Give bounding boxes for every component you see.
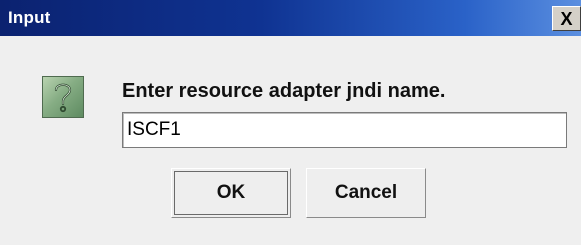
jndi-name-input[interactable] bbox=[122, 112, 567, 148]
title-bar[interactable]: Input X bbox=[0, 0, 581, 36]
close-icon: X bbox=[560, 8, 573, 29]
cancel-button[interactable]: Cancel bbox=[306, 168, 426, 218]
ok-button-label: OK bbox=[216, 182, 246, 203]
cancel-button-label: Cancel bbox=[334, 182, 398, 203]
ok-button[interactable]: OK bbox=[171, 168, 291, 218]
input-dialog: Input X Enter resource adapter jndi name… bbox=[0, 0, 581, 245]
close-button[interactable]: X bbox=[552, 6, 581, 31]
window-title: Input bbox=[8, 8, 51, 27]
question-icon bbox=[42, 76, 84, 118]
prompt-text: Enter resource adapter jndi name. bbox=[122, 80, 446, 102]
